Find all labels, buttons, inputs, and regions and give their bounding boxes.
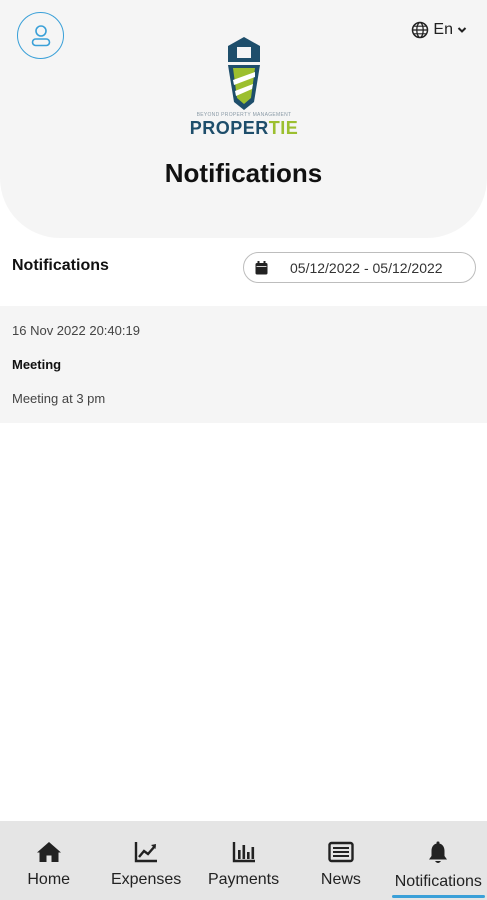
date-range-value: 05/12/2022 - 05/12/2022	[290, 259, 443, 276]
calendar-icon	[255, 260, 268, 274]
chart-line-icon	[134, 842, 158, 863]
newspaper-icon	[328, 841, 354, 863]
nav-item-news[interactable]: News	[292, 821, 389, 900]
logo-word-part2: TIE	[268, 118, 299, 138]
chevron-down-icon	[457, 27, 467, 33]
home-icon	[36, 842, 61, 862]
notification-item[interactable]: 16 Nov 2022 20:40:19 Meeting Meeting at …	[0, 306, 487, 423]
nav-item-expenses[interactable]: Expenses	[97, 821, 194, 900]
page-title: Notifications	[164, 158, 323, 188]
language-label: En	[433, 21, 453, 38]
active-tab-indicator	[391, 895, 486, 898]
nav-item-home[interactable]: Home	[0, 821, 97, 900]
bottom-nav: Home Expenses Payments News Notification…	[0, 821, 487, 900]
user-icon	[31, 24, 50, 46]
propertie-logo: BEYOND PROPERTY MANAGEMENT PROPERTIE	[180, 36, 308, 150]
bell-icon	[429, 841, 448, 863]
bar-chart-icon	[232, 842, 255, 863]
logo-word-part1: PROPER	[189, 118, 269, 138]
nav-label-payments: Payments	[207, 871, 280, 888]
nav-item-notifications[interactable]: Notifications	[390, 821, 487, 900]
language-selector[interactable]: En	[411, 21, 467, 39]
section-title: Notifications	[12, 257, 109, 274]
date-range-picker[interactable]: 05/12/2022 - 05/12/2022	[243, 252, 476, 283]
notification-timestamp: 16 Nov 2022 20:40:19	[12, 323, 140, 338]
header: En BEYOND PROPERTY MANAGEMENT PROPERTIE …	[0, 0, 487, 238]
globe-icon	[412, 21, 429, 39]
nav-item-payments[interactable]: Payments	[195, 821, 292, 900]
profile-button[interactable]	[17, 12, 64, 59]
notification-body: Meeting at 3 pm	[12, 391, 106, 406]
nav-label-news: News	[320, 871, 361, 888]
logo-wordmark: PROPERTIE	[190, 118, 299, 138]
tie-logo-icon	[228, 37, 260, 110]
notification-title: Meeting	[12, 357, 62, 372]
nav-label-expenses: Expenses	[110, 871, 182, 888]
nav-label-home: Home	[27, 871, 71, 888]
nav-label-notifications: Notifications	[394, 873, 482, 890]
